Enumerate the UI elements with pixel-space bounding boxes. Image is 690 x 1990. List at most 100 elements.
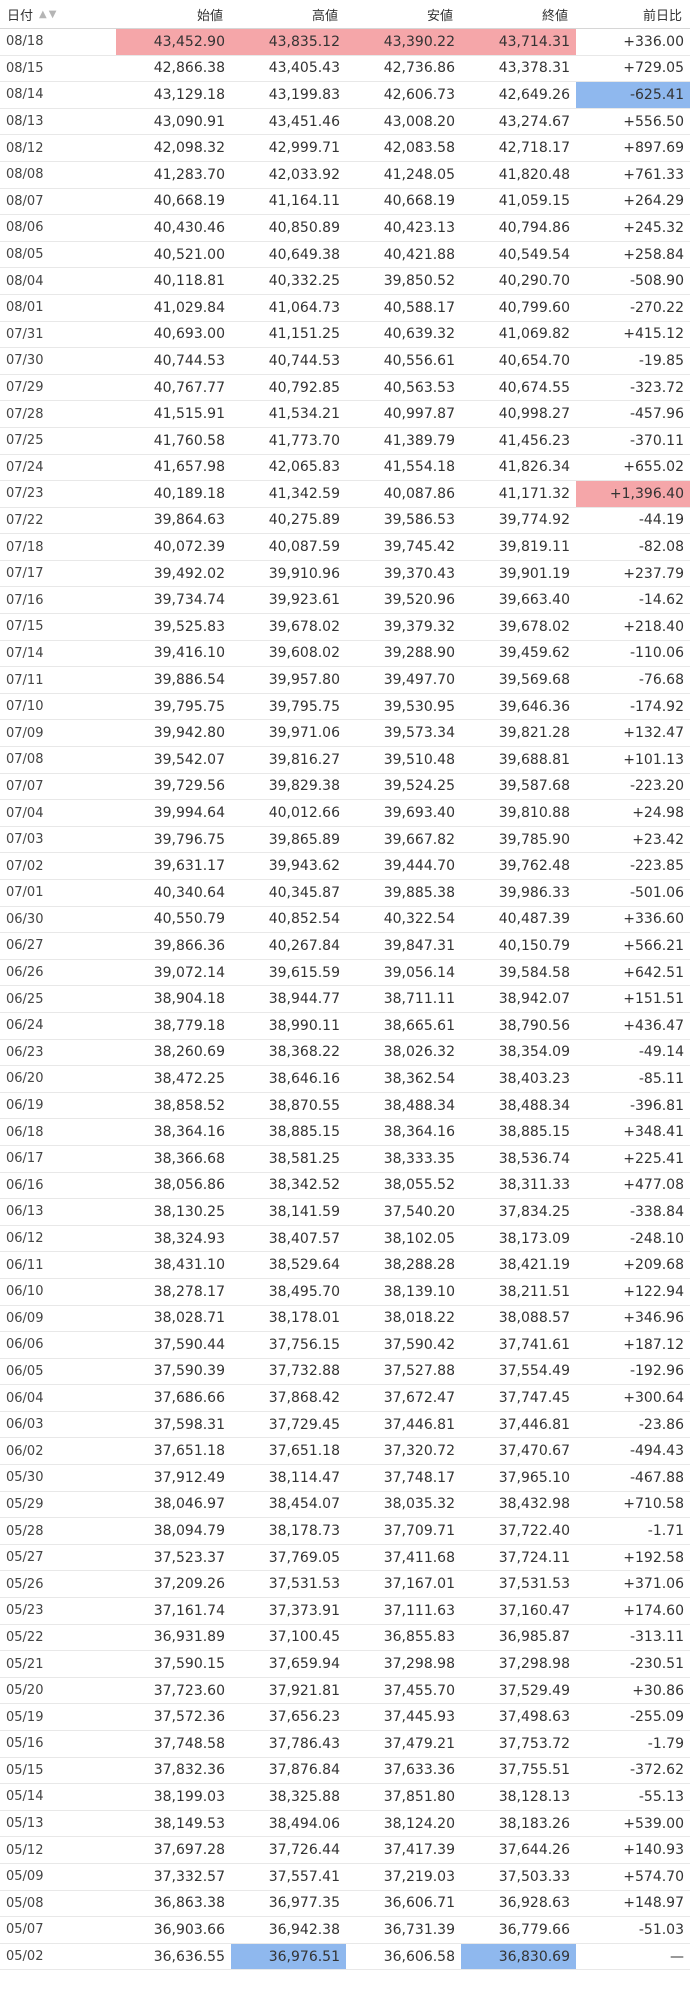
cell-low: 40,423.13 <box>383 219 455 236</box>
table-row: 05/19 37,572.36 37,656.23 37,445.93 37,498.6… <box>0 1704 690 1731</box>
column-header-close[interactable]: 終値 <box>461 0 576 28</box>
table-row: 08/04 40,118.81 40,332.25 39,850.52 40,290.7… <box>0 268 690 295</box>
cell-high: 41,164.11 <box>268 193 340 210</box>
cell-low: 37,111.63 <box>383 1602 455 1619</box>
cell-low: 39,444.70 <box>383 858 455 875</box>
table-row: 06/18 38,364.16 38,885.15 38,364.16 38,885.1… <box>0 1119 690 1146</box>
cell-high: 43,451.46 <box>268 113 340 130</box>
cell-low: 37,672.47 <box>383 1390 455 1407</box>
cell-low: 37,446.81 <box>383 1416 455 1433</box>
sort-down-icon[interactable]: ▼ <box>49 9 57 20</box>
cell-close: 39,459.62 <box>498 645 570 662</box>
table-row: 05/16 37,748.58 37,786.43 37,479.21 37,753.7… <box>0 1731 690 1758</box>
cell-date: 08/15 <box>6 60 44 76</box>
cell-open: 38,364.16 <box>153 1124 225 1141</box>
cell-low: 39,520.96 <box>383 592 455 609</box>
cell-low: 36,731.39 <box>383 1921 455 1938</box>
cell-close: 39,587.68 <box>498 778 570 795</box>
cell-high: 37,659.94 <box>268 1656 340 1673</box>
cell-date: 06/25 <box>6 991 44 1007</box>
cell-high: 38,141.59 <box>268 1203 340 1220</box>
cell-change: +539.00 <box>623 1815 684 1832</box>
table-row: 07/01 40,340.64 40,345.87 39,885.38 39,986.3… <box>0 880 690 907</box>
cell-open: 40,340.64 <box>153 884 225 901</box>
cell-high: 40,744.53 <box>268 352 340 369</box>
column-header-high[interactable]: 高値 <box>231 0 346 28</box>
cell-low: 38,711.11 <box>383 991 455 1008</box>
cell-close: 37,965.10 <box>498 1469 570 1486</box>
cell-open: 36,636.55 <box>153 1948 225 1965</box>
cell-open: 38,056.86 <box>153 1177 225 1194</box>
table-row: 07/04 39,994.64 40,012.66 39,693.40 39,810.8… <box>0 800 690 827</box>
table-row: 07/11 39,886.54 39,957.80 39,497.70 39,569.6… <box>0 667 690 694</box>
table-row: 06/16 38,056.86 38,342.52 38,055.52 38,311.3… <box>0 1173 690 1200</box>
cell-high: 39,943.62 <box>268 858 340 875</box>
cell-change: +897.69 <box>623 140 684 157</box>
cell-change: -255.09 <box>629 1709 684 1726</box>
cell-date: 08/18 <box>6 34 44 50</box>
table-row: 05/21 37,590.15 37,659.94 37,298.98 37,298.9… <box>0 1651 690 1678</box>
cell-close: 38,183.26 <box>498 1815 570 1832</box>
table-row: 05/28 38,094.79 38,178.73 37,709.71 37,722.4… <box>0 1518 690 1545</box>
cell-close: 40,290.70 <box>498 273 570 290</box>
cell-high: 37,656.23 <box>268 1709 340 1726</box>
cell-high: 42,999.71 <box>268 140 340 157</box>
cell-low: 38,488.34 <box>383 1097 455 1114</box>
table-row: 06/20 38,472.25 38,646.16 38,362.54 38,403.2… <box>0 1066 690 1093</box>
cell-low: 38,364.16 <box>383 1124 455 1141</box>
sort-up-icon[interactable]: ▲ <box>39 9 47 20</box>
cell-low: 39,847.31 <box>383 937 455 954</box>
cell-low: 39,667.82 <box>383 831 455 848</box>
cell-change: +245.32 <box>623 219 684 236</box>
cell-low: 37,411.68 <box>383 1549 455 1566</box>
column-header-change[interactable]: 前日比 <box>576 0 690 28</box>
cell-close: 38,432.98 <box>498 1496 570 1513</box>
table-row: 06/04 37,686.66 37,868.42 37,672.47 37,747.4… <box>0 1385 690 1412</box>
cell-change: -501.06 <box>629 884 684 901</box>
cell-high: 36,942.38 <box>268 1921 340 1938</box>
column-header-low[interactable]: 安値 <box>346 0 461 28</box>
cell-close: 37,160.47 <box>498 1602 570 1619</box>
cell-date: 07/28 <box>6 406 44 422</box>
cell-date: 05/29 <box>6 1496 44 1512</box>
cell-open: 40,189.18 <box>153 485 225 502</box>
cell-close: 39,821.28 <box>498 725 570 742</box>
cell-date: 08/12 <box>6 140 44 156</box>
table-row: 06/02 37,651.18 37,651.18 37,320.72 37,470.6… <box>0 1438 690 1466</box>
cell-low: 39,885.38 <box>383 884 455 901</box>
cell-high: 38,870.55 <box>268 1097 340 1114</box>
cell-open: 39,631.17 <box>153 858 225 875</box>
cell-close: 37,753.72 <box>498 1735 570 1752</box>
cell-low: 38,139.10 <box>383 1283 455 1300</box>
table-row: 05/13 38,149.53 38,494.06 38,124.20 38,183.2… <box>0 1811 690 1838</box>
cell-date: 05/20 <box>6 1683 44 1699</box>
cell-high: 37,100.45 <box>268 1629 340 1646</box>
cell-high: 37,786.43 <box>268 1735 340 1752</box>
cell-change: +761.33 <box>623 166 684 183</box>
cell-low: 39,056.14 <box>383 964 455 981</box>
cell-change: +148.97 <box>623 1895 684 1912</box>
cell-change: -1.71 <box>647 1523 684 1540</box>
cell-close: 40,549.54 <box>498 246 570 263</box>
cell-high: 37,868.42 <box>268 1390 340 1407</box>
cell-change: -370.11 <box>629 432 684 449</box>
cell-date: 05/14 <box>6 1789 44 1805</box>
cell-date: 06/30 <box>6 911 44 927</box>
cell-open: 37,161.74 <box>153 1602 225 1619</box>
cell-close: 39,678.02 <box>498 618 570 635</box>
cell-date: 07/22 <box>6 512 44 528</box>
cell-change: +336.60 <box>623 911 684 928</box>
cell-change: -467.88 <box>629 1469 684 1486</box>
column-header-open[interactable]: 始値 <box>116 0 231 28</box>
column-header-high-label: 高値 <box>311 8 338 24</box>
sort-indicator[interactable]: ▲ ▼ <box>37 9 56 20</box>
table-row: 07/16 39,734.74 39,923.61 39,520.96 39,663.4… <box>0 587 690 615</box>
cell-low: 38,102.05 <box>383 1230 455 1247</box>
table-row: 07/23 40,189.18 41,342.59 40,087.86 41,171.3… <box>0 481 690 508</box>
table-header: 日付 ▲ ▼ 始値 高値 安値 終値 前日比 <box>0 0 690 29</box>
column-header-date[interactable]: 日付 ▲ ▼ <box>0 0 116 28</box>
cell-high: 43,405.43 <box>268 60 340 77</box>
cell-date: 05/02 <box>6 1949 44 1965</box>
cell-change: -14.62 <box>638 592 684 609</box>
cell-high: 41,151.25 <box>268 326 340 343</box>
